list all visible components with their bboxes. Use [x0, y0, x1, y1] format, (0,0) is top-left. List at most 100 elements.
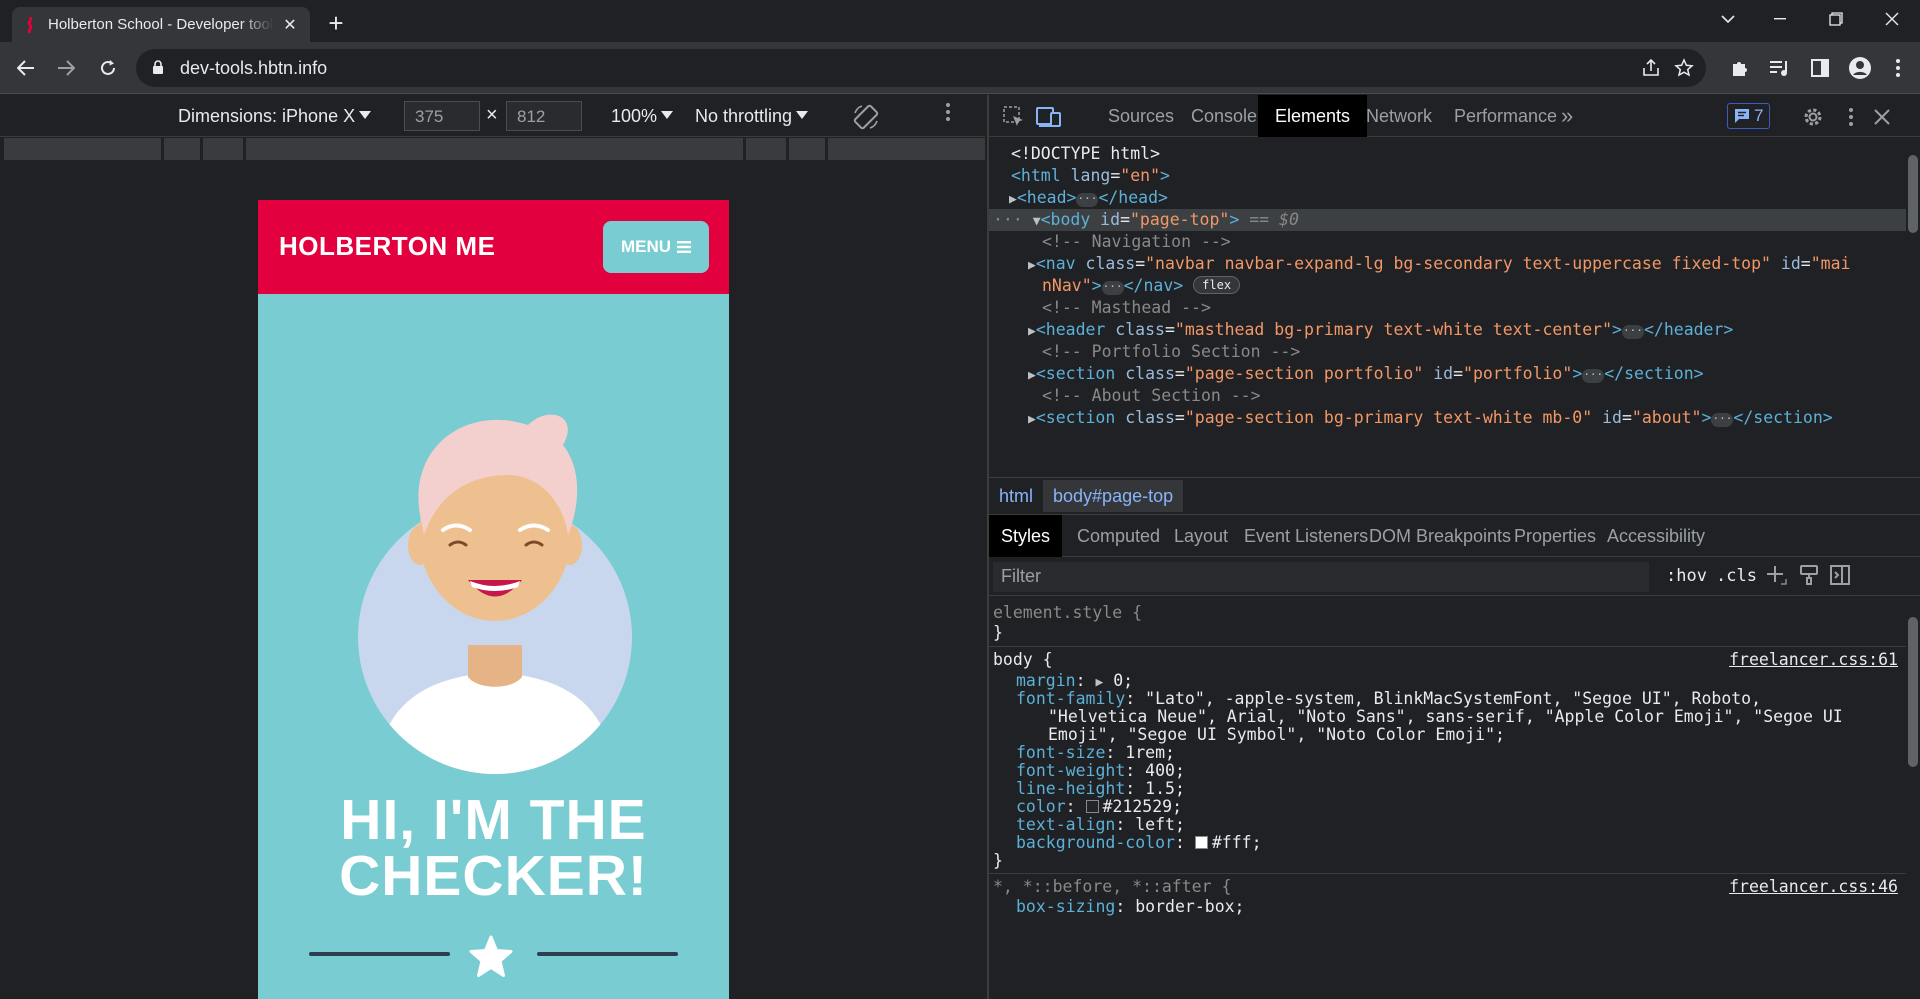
device-width-input[interactable]: 375	[404, 101, 480, 131]
styles-scrollbar[interactable]	[1906, 597, 1920, 999]
paint-format-icon[interactable]	[1800, 565, 1818, 590]
tab-title: Holberton School - Developer tools	[48, 16, 274, 33]
devtools-panel: Sources Console Elements Network Perform…	[987, 95, 1920, 999]
devtools-settings-gear-icon[interactable]	[1800, 104, 1826, 130]
dom-comment-about[interactable]: <!-- About Section -->	[1042, 385, 1920, 407]
breadcrumb-html[interactable]: html	[989, 480, 1043, 512]
device-toolbar-more-icon[interactable]	[946, 103, 950, 126]
dom-comment-navigation[interactable]: <!-- Navigation -->	[1042, 231, 1920, 253]
dom-tree: <!DOCTYPE html> <html lang="en"> ▶<head>…	[989, 137, 1920, 477]
body-rule-close: }	[993, 851, 1003, 870]
dom-section-portfolio-node[interactable]: ▶<section class="page-section portfolio"…	[1028, 363, 1920, 385]
hov-toggle[interactable]: :hov	[1666, 566, 1707, 586]
devtools-main-toolbar: Sources Console Elements Network Perform…	[989, 95, 1920, 137]
url-text: dev-tools.hbtn.info	[180, 57, 328, 78]
body-rule-source-link[interactable]: freelancer.css:61	[1729, 650, 1898, 669]
device-dimensions-label: Dimensions: iPhone X	[178, 106, 356, 126]
dom-comment-portfolio[interactable]: <!-- Portfolio Section -->	[1042, 341, 1920, 363]
side-panel-icon[interactable]	[1806, 54, 1834, 82]
tab-close-icon[interactable]: ✕	[280, 15, 300, 35]
subtab-computed[interactable]: Computed	[1065, 515, 1172, 557]
forward-button[interactable]	[52, 54, 80, 82]
share-icon[interactable]	[1640, 56, 1664, 80]
devtools-close-icon[interactable]	[1869, 104, 1895, 130]
new-style-rule-icon[interactable]	[1765, 564, 1787, 591]
divider-line-left	[309, 952, 450, 956]
color-swatch-white[interactable]	[1194, 836, 1208, 849]
reload-button[interactable]	[94, 54, 122, 82]
tab-strip: Holberton School - Developer tools ✕ +	[0, 0, 1920, 42]
checker-avatar-illustration	[358, 414, 632, 774]
dom-nav-node-cont[interactable]: nNav">···</nav> flex	[1042, 275, 1920, 297]
browser-toolbar: dev-tools.hbtn.info	[0, 42, 1920, 94]
subtab-layout[interactable]: Layout	[1162, 515, 1240, 557]
minimize-button[interactable]	[1752, 0, 1808, 38]
page-navbar: HOLBERTON ME MENU	[258, 200, 729, 294]
device-dimensions-select[interactable]: Dimensions: iPhone X	[178, 106, 372, 127]
issues-count: 7	[1754, 106, 1764, 125]
css-prop-font-weight[interactable]: font-weight: 400;	[1016, 761, 1920, 781]
subtab-accessibility[interactable]: Accessibility	[1595, 515, 1717, 557]
dom-nav-node[interactable]: ▶<nav class="navbar navbar-expand-lg bg-…	[1028, 253, 1920, 275]
toggle-device-toolbar-icon[interactable]	[1036, 104, 1062, 130]
media-control-icon[interactable]	[1766, 54, 1794, 82]
cls-toggle[interactable]: .cls	[1716, 566, 1757, 586]
bookmark-star-icon[interactable]	[1672, 56, 1696, 80]
universal-rule-source-link[interactable]: freelancer.css:46	[1729, 877, 1898, 896]
color-swatch-dark[interactable]	[1085, 800, 1099, 813]
dom-tree-scrollbar[interactable]	[1906, 137, 1920, 477]
restore-button[interactable]	[1808, 0, 1864, 38]
devtools-more-kebab-icon[interactable]	[1838, 104, 1864, 130]
css-prop-font-size[interactable]: font-size: 1rem;	[1016, 743, 1920, 763]
page-brand-link[interactable]: HOLBERTON ME	[279, 231, 495, 262]
styles-filter-input[interactable]: Filter	[993, 562, 1649, 592]
element-style-close: }	[993, 623, 1003, 642]
media-query-ruler[interactable]	[0, 138, 985, 160]
flex-badge[interactable]: flex	[1193, 276, 1241, 294]
browser-tab[interactable]: Holberton School - Developer tools ✕	[12, 7, 310, 42]
inspect-element-icon[interactable]	[1001, 104, 1027, 130]
hamburger-icon	[677, 241, 692, 253]
dom-section-about-node[interactable]: ▶<section class="page-section bg-primary…	[1028, 407, 1920, 429]
css-prop-color[interactable]: color: #212529;	[1016, 797, 1920, 817]
lock-icon[interactable]	[152, 60, 168, 76]
subtab-properties[interactable]: Properties	[1502, 515, 1608, 557]
css-prop-font-family[interactable]: font-family: "Lato", -apple-system, Blin…	[1016, 689, 1920, 709]
tab-search-chevron-icon[interactable]	[1700, 0, 1756, 38]
new-tab-button[interactable]: +	[322, 10, 350, 38]
address-bar[interactable]: dev-tools.hbtn.info	[136, 49, 1706, 87]
throttling-select[interactable]: No throttling	[695, 106, 809, 127]
dom-comment-masthead[interactable]: <!-- Masthead -->	[1042, 297, 1920, 319]
page-menu-button[interactable]: MENU	[603, 221, 709, 273]
dom-header-node[interactable]: ▶<header class="masthead bg-primary text…	[1028, 319, 1920, 341]
zoom-label: 100%	[611, 106, 658, 126]
throttling-label: No throttling	[695, 106, 793, 126]
zoom-select[interactable]: 100%	[611, 106, 674, 127]
device-height-input[interactable]: 812	[506, 101, 582, 131]
extensions-puzzle-icon[interactable]	[1726, 54, 1754, 82]
close-window-button[interactable]	[1864, 0, 1920, 38]
dom-html-node[interactable]: <html lang="en">	[1011, 165, 1920, 187]
chrome-menu-kebab-icon[interactable]	[1884, 54, 1912, 82]
profile-avatar-icon[interactable]	[1846, 54, 1874, 82]
more-tabs-icon[interactable]: »	[1544, 95, 1590, 137]
dom-doctype[interactable]: <!DOCTYPE html>	[1011, 143, 1920, 165]
issues-badge[interactable]: 7	[1727, 103, 1771, 129]
device-toolbar: Dimensions: iPhone X 375 × 812 100% No t…	[0, 95, 985, 137]
tab-network[interactable]: Network	[1349, 95, 1449, 137]
rotate-device-icon[interactable]	[852, 103, 880, 136]
toggle-sidebar-icon[interactable]	[1830, 565, 1850, 590]
back-button[interactable]	[12, 54, 40, 82]
dom-head-node[interactable]: ▶<head>···</head>	[1009, 187, 1920, 209]
dom-body-node-selected[interactable]: ··· ▼<body id="page-top"> == $0	[989, 209, 1909, 231]
css-prop-margin[interactable]: margin: ▶ 0;	[1016, 671, 1920, 691]
css-prop-box-sizing[interactable]: box-sizing: border-box;	[1016, 897, 1920, 917]
element-style-rule[interactable]: element.style {	[993, 603, 1903, 623]
styles-filter-bar: Filter :hov .cls	[989, 558, 1920, 596]
breadcrumb-body[interactable]: body#page-top	[1043, 480, 1184, 512]
css-prop-text-align[interactable]: text-align: left;	[1016, 815, 1920, 835]
css-prop-background-color[interactable]: background-color: #fff;	[1016, 833, 1920, 853]
css-prop-line-height[interactable]: line-height: 1.5;	[1016, 779, 1920, 799]
subtab-dom-breakpoints[interactable]: DOM Breakpoints	[1357, 515, 1523, 557]
subtab-styles[interactable]: Styles	[989, 515, 1063, 557]
